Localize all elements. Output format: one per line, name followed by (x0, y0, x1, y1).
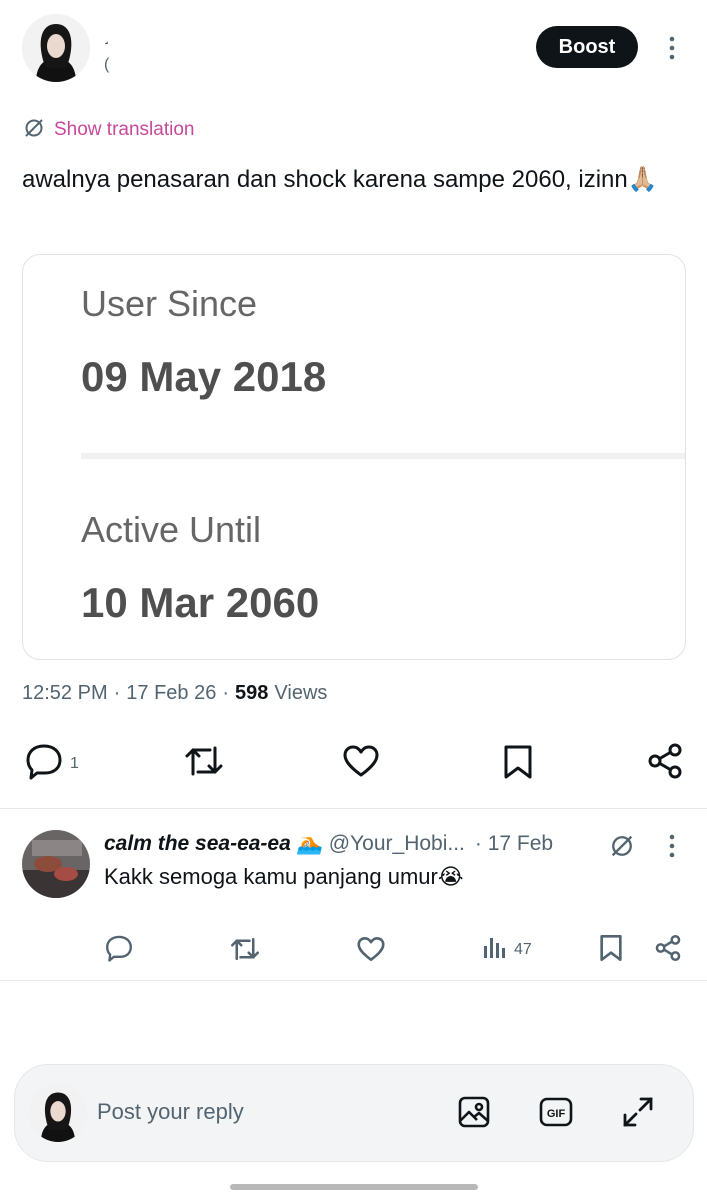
reply-author-name[interactable]: calm the sea-ea-ea 🏊🏻 (104, 832, 323, 856)
repost-icon (184, 744, 224, 783)
post-date: 17 Feb 26 (126, 682, 217, 704)
reply-share-button[interactable] (654, 934, 682, 967)
share-icon (654, 934, 682, 967)
reply-icon (24, 742, 64, 785)
bookmark-icon (598, 934, 624, 967)
reply-composer[interactable]: Post your reply GIF (14, 1064, 694, 1162)
reply-count: 1 (70, 754, 79, 772)
reply-translate-icon[interactable] (608, 832, 636, 865)
reply-more-vertical-icon[interactable] (660, 832, 684, 860)
reply-author-handle[interactable]: @Your_Hobi... (329, 832, 465, 856)
views-count: 598 (235, 682, 269, 704)
reply-icon (104, 934, 134, 967)
reply-avatar[interactable] (22, 830, 90, 898)
author-avatar[interactable] (22, 14, 90, 82)
section-divider (0, 980, 707, 981)
home-indicator (230, 1184, 478, 1190)
active-until-value: 10 Mar 2060 (81, 579, 320, 626)
meta-dot: · (222, 682, 230, 704)
reply-bookmark-button[interactable] (598, 934, 624, 967)
views-icon (482, 934, 508, 965)
attached-image[interactable]: User Since 09 May 2018 Active Until 10 M… (22, 254, 686, 660)
reply-input[interactable]: Post your reply (97, 1099, 244, 1125)
author-name[interactable]: ˼ (104, 28, 109, 44)
share-icon (646, 742, 684, 785)
heart-icon (356, 936, 386, 967)
repost-icon (230, 936, 260, 967)
show-translation-link[interactable]: Show translation (22, 116, 194, 144)
repost-button[interactable] (184, 744, 224, 783)
composer-avatar (29, 1084, 87, 1142)
like-button[interactable] (342, 744, 380, 783)
reply-date: · 17 Feb (474, 832, 554, 855)
reply-views-button[interactable]: 47 (482, 934, 532, 965)
image-icon[interactable] (457, 1095, 491, 1134)
post-meta: 12:52 PM · 17 Feb 26 · 598 Views (22, 682, 327, 705)
reply-views-count: 47 (514, 940, 532, 958)
reply-text: Kakk semoga kamu panjang umur😭 (104, 864, 464, 889)
section-divider (0, 808, 707, 809)
meta-dot: · (113, 682, 121, 704)
views-label: Views (274, 682, 328, 704)
gif-icon[interactable]: GIF (539, 1095, 573, 1134)
reply-reply-button[interactable] (104, 934, 134, 967)
user-since-value: 09 May 2018 (81, 353, 327, 400)
heart-icon (342, 744, 380, 783)
user-since-label: User Since (81, 283, 258, 324)
post-time: 12:52 PM (22, 682, 108, 704)
reply-like-button[interactable] (356, 936, 386, 967)
reply-header: calm the sea-ea-ea 🏊🏻 @Your_Hobi... · 17… (104, 832, 553, 856)
boost-button[interactable]: Boost (536, 26, 638, 68)
card-divider (81, 453, 685, 459)
bookmark-icon (502, 744, 534, 785)
expand-icon[interactable] (621, 1095, 655, 1134)
active-until-label: Active Until (81, 509, 262, 550)
author-handle[interactable]: ( (104, 56, 109, 74)
bookmark-button[interactable] (502, 744, 534, 785)
reply-repost-button[interactable] (230, 936, 260, 967)
share-button[interactable] (646, 742, 684, 785)
svg-text:GIF: GIF (547, 1108, 566, 1120)
show-translation-label: Show translation (54, 119, 195, 140)
translate-icon (22, 116, 46, 145)
reply-button[interactable]: 1 (24, 742, 79, 785)
more-vertical-icon[interactable] (660, 34, 684, 62)
post-text: awalnya penasaran dan shock karena sampe… (22, 166, 658, 193)
